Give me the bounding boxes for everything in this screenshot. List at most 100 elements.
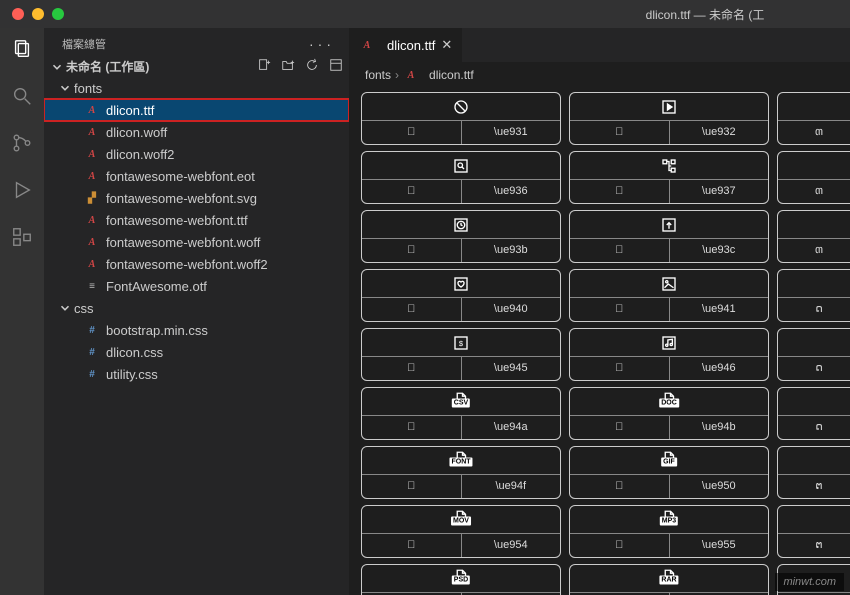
- workspace-name: 未命名 (工作區): [66, 58, 149, 75]
- file-label: dlicon.css: [106, 345, 163, 360]
- css-file-icon: #: [84, 366, 100, 382]
- chevron-down-icon: [50, 60, 64, 74]
- extensions-tab-icon[interactable]: [11, 226, 33, 251]
- file-label: fontawesome-webfont.woff2: [106, 257, 268, 272]
- glyph-html-code: : [362, 475, 462, 498]
- css-file-icon: #: [84, 322, 100, 338]
- sidebar: 檔案總管 ··· 未命名 (工作區) fontsAdlicon.ttfAdlic…: [44, 28, 349, 595]
- glyph-icon: [660, 329, 678, 356]
- glyph-icon: DOC: [660, 388, 678, 415]
- refresh-icon[interactable]: [305, 58, 319, 75]
- file-dlicon-woff2[interactable]: Adlicon.woff2: [44, 143, 349, 165]
- glyph-icon: PSD: [452, 565, 470, 592]
- glyph-cell[interactable]: \ue937: [569, 151, 769, 204]
- breadcrumb[interactable]: fonts › A dlicon.ttf: [349, 62, 850, 88]
- maximize-window-button[interactable]: [52, 8, 64, 20]
- glyph-css-code: \ue955: [670, 534, 769, 557]
- explorer-tab-icon[interactable]: [11, 38, 33, 63]
- sidebar-more-icon[interactable]: ···: [309, 36, 335, 52]
- chevron-down-icon: [58, 301, 72, 315]
- font-file-icon: A: [84, 168, 100, 184]
- file-fontawesome-webfont-woff[interactable]: Afontawesome-webfont.woff: [44, 231, 349, 253]
- glyph-cell[interactable]: ຓ: [777, 151, 850, 204]
- font-file-icon: A: [84, 146, 100, 162]
- glyph-icon: $: [452, 329, 470, 356]
- glyph-cell[interactable]: $\ue945: [361, 328, 561, 381]
- glyph-html-code: : [362, 298, 462, 321]
- file-dlicon-woff[interactable]: Adlicon.woff: [44, 121, 349, 143]
- glyph-cell[interactable]: ດ: [777, 269, 850, 322]
- glyph-icon: RAR: [660, 565, 678, 592]
- glyph-html-code: ຓ: [778, 239, 850, 262]
- close-tab-icon[interactable]: ✕: [441, 37, 452, 53]
- glyph-cell[interactable]: ດ: [777, 328, 850, 381]
- collapse-icon[interactable]: [329, 58, 343, 75]
- glyph-css-code: \ue932: [670, 121, 769, 144]
- breadcrumb-fonts[interactable]: fonts: [365, 68, 391, 82]
- glyph-icon: [660, 93, 678, 120]
- glyph-css-code: \ue94b: [670, 416, 769, 439]
- file-fontawesome-webfont-eot[interactable]: Afontawesome-webfont.eot: [44, 165, 349, 187]
- glyph-cell[interactable]: ຓ: [777, 210, 850, 263]
- glyph-cell[interactable]: \ue93c: [569, 210, 769, 263]
- file-utility-css[interactable]: #utility.css: [44, 363, 349, 385]
- glyph-cell[interactable]: DOC\ue94b: [569, 387, 769, 440]
- activity-bar: [0, 28, 44, 595]
- file-dlicon-css[interactable]: #dlicon.css: [44, 341, 349, 363]
- glyph-icon: [660, 211, 678, 238]
- glyph-html-code: : [570, 475, 670, 498]
- file-dlicon-ttf[interactable]: Adlicon.ttf: [44, 99, 349, 121]
- glyph-cell[interactable]: \ue940: [361, 269, 561, 322]
- file-fontawesome-webfont-ttf[interactable]: Afontawesome-webfont.ttf: [44, 209, 349, 231]
- glyph-cell[interactable]: PSD\ue959: [361, 564, 561, 595]
- glyph-cell[interactable]: MP3\ue955: [569, 505, 769, 558]
- file-FontAwesome-otf[interactable]: ≡FontAwesome.otf: [44, 275, 349, 297]
- tab-label: dlicon.ttf: [387, 38, 435, 53]
- file-label: fontawesome-webfont.woff: [106, 235, 260, 250]
- glyph-cell[interactable]: CSV\ue94a: [361, 387, 561, 440]
- glyph-cell[interactable]: \ue936: [361, 151, 561, 204]
- font-file-icon: A: [84, 212, 100, 228]
- folder-fonts[interactable]: fonts: [44, 77, 349, 99]
- minimize-window-button[interactable]: [32, 8, 44, 20]
- scm-tab-icon[interactable]: [11, 132, 33, 157]
- glyph-cell[interactable]: ຕ: [777, 505, 850, 558]
- glyph-html-code: : [570, 121, 670, 144]
- glyph-html-code: : [570, 534, 670, 557]
- glyph-html-code: : [362, 534, 462, 557]
- glyph-cell[interactable]: \ue946: [569, 328, 769, 381]
- glyph-grid: \ue931\ue932ຓ\ue936\ue937ຓ\ue93b\u…: [349, 88, 850, 595]
- glyph-cell[interactable]: \ue931: [361, 92, 561, 145]
- debug-tab-icon[interactable]: [11, 179, 33, 204]
- glyph-html-code: : [570, 416, 670, 439]
- search-tab-icon[interactable]: [11, 85, 33, 110]
- glyph-css-code: \ue93c: [670, 239, 769, 262]
- file-bootstrap-min-css[interactable]: #bootstrap.min.css: [44, 319, 349, 341]
- glyph-cell[interactable]: ຕ: [777, 446, 850, 499]
- new-folder-icon[interactable]: [281, 58, 295, 75]
- glyph-html-code: : [362, 239, 462, 262]
- glyph-cell[interactable]: ຓ: [777, 92, 850, 145]
- glyph-cell[interactable]: ດ: [777, 387, 850, 440]
- breadcrumb-file[interactable]: dlicon.ttf: [429, 68, 474, 82]
- glyph-cell[interactable]: RAR\ue95a: [569, 564, 769, 595]
- workspace-header[interactable]: 未命名 (工作區): [44, 56, 349, 77]
- folder-css[interactable]: css: [44, 297, 349, 319]
- close-window-button[interactable]: [12, 8, 24, 20]
- file-fontawesome-webfont-woff2[interactable]: Afontawesome-webfont.woff2: [44, 253, 349, 275]
- glyph-cell[interactable]: GIF\ue950: [569, 446, 769, 499]
- svg-text:$: $: [459, 339, 464, 348]
- tab-dlicon-ttf[interactable]: A dlicon.ttf ✕: [349, 28, 463, 62]
- glyph-html-code: ດ: [778, 357, 850, 380]
- glyph-cell[interactable]: \ue932: [569, 92, 769, 145]
- glyph-cell[interactable]: \ue941: [569, 269, 769, 322]
- breadcrumb-separator: ›: [395, 68, 399, 82]
- font-file-icon: A: [403, 67, 419, 83]
- glyph-html-code: : [570, 180, 670, 203]
- file-fontawesome-webfont-svg[interactable]: ▞fontawesome-webfont.svg: [44, 187, 349, 209]
- new-file-icon[interactable]: [257, 58, 271, 75]
- glyph-cell[interactable]: \ue93b: [361, 210, 561, 263]
- glyph-cell[interactable]: FONT\ue94f: [361, 446, 561, 499]
- glyph-cell[interactable]: MOV\ue954: [361, 505, 561, 558]
- glyph-css-code: \ue931: [462, 121, 561, 144]
